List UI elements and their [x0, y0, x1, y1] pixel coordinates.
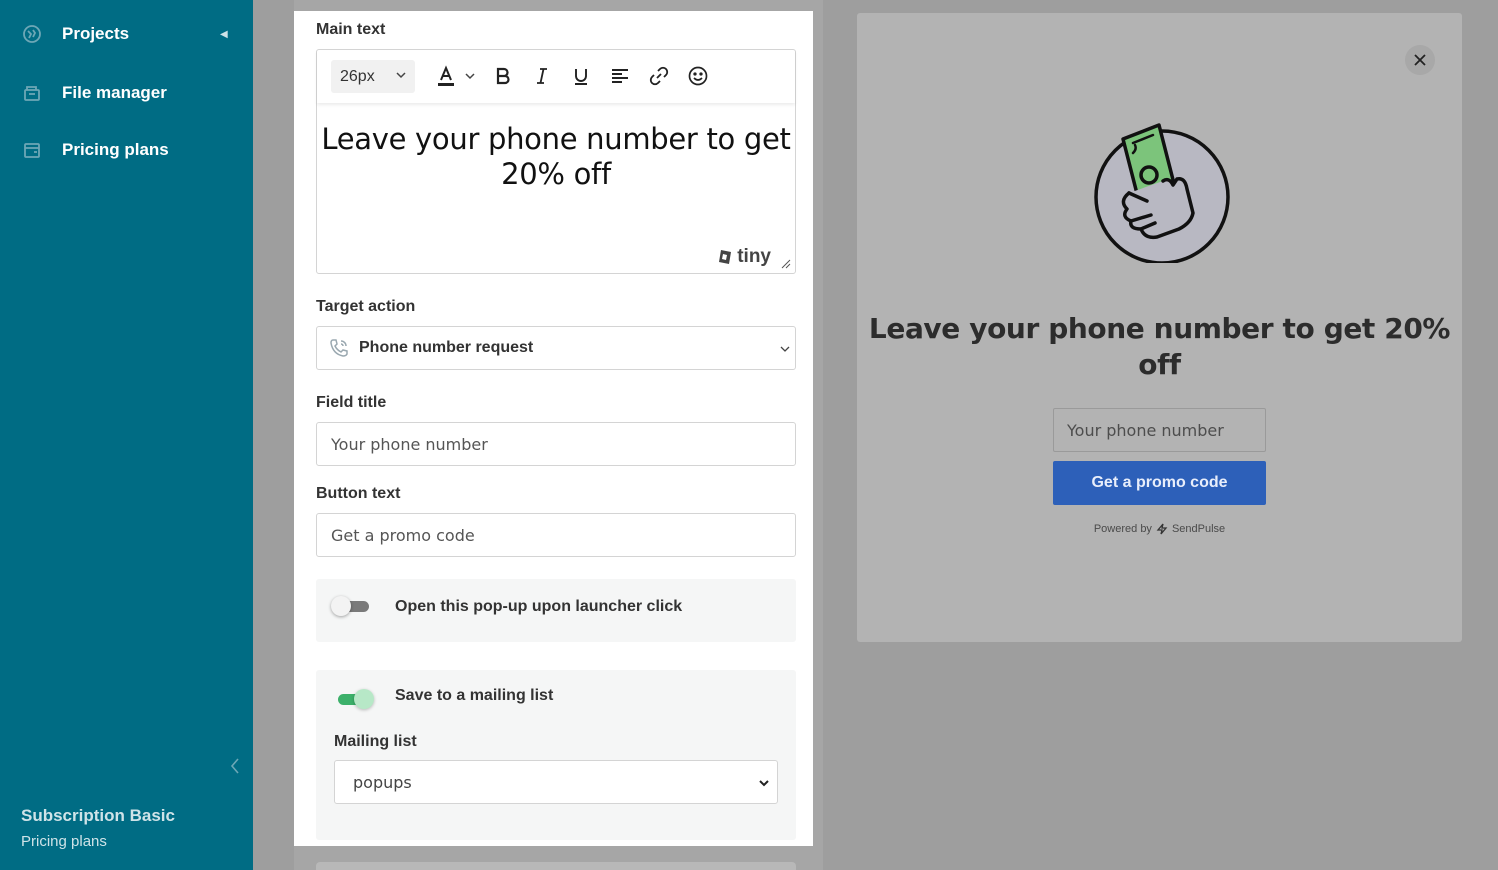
bold-icon — [496, 67, 510, 85]
tiny-brand-text: tiny — [737, 246, 771, 267]
editor-toolbar: 26px — [317, 50, 795, 103]
powered-by-text: Powered by — [1093, 523, 1152, 535]
close-icon[interactable] — [1405, 45, 1435, 75]
tiny-icon — [719, 250, 732, 264]
field-title-label: Field title — [316, 394, 387, 411]
settings-panel: Main text 26px Leave your phone number t… — [294, 11, 813, 846]
popup-heading: Leave your phone number to get 20% off — [868, 312, 1451, 381]
plan-name: Subscription Basic — [21, 806, 175, 825]
sidebar-item-label: Pricing plans — [62, 140, 169, 159]
popup-phone-input[interactable]: Your phone number — [1053, 408, 1266, 452]
caret-left-icon[interactable]: ◀ — [220, 29, 228, 40]
sidebar-item-file-manager[interactable]: File manager — [0, 73, 253, 113]
chevron-down-icon — [396, 72, 406, 79]
tiny-logo[interactable]: tiny — [716, 246, 771, 268]
launcher-option-card: Open this pop-up upon launcher click — [316, 579, 796, 642]
align-left-icon — [612, 69, 628, 83]
projects-icon — [22, 24, 42, 44]
mailing-list-value: popups — [353, 772, 412, 792]
mailing-toggle[interactable] — [334, 689, 374, 709]
mailing-option-card: Save to a mailing list Mailing list popu… — [316, 670, 796, 840]
lightning-icon — [1156, 523, 1168, 535]
launcher-toggle[interactable] — [331, 596, 371, 616]
pricing-plans-link[interactable]: Pricing plans — [21, 833, 107, 850]
emoji-button[interactable] — [685, 63, 711, 89]
font-size-select[interactable]: 26px — [331, 60, 415, 93]
money-hand-illustration — [1094, 123, 1230, 263]
chevron-down-icon — [465, 73, 475, 80]
editor-content[interactable]: Leave your phone number to get 20% off — [317, 122, 795, 192]
link-button[interactable] — [646, 63, 672, 89]
wallet-icon — [22, 140, 42, 160]
italic-button[interactable] — [529, 63, 555, 89]
underline-button[interactable] — [568, 63, 594, 89]
sidebar-item-projects[interactable]: Projects ◀ — [0, 14, 253, 54]
target-action-value: Phone number request — [359, 339, 534, 356]
text-color-button[interactable] — [433, 63, 459, 89]
collapse-sidebar-icon[interactable] — [226, 754, 244, 778]
resize-handle-icon[interactable] — [781, 259, 791, 269]
link-icon — [649, 66, 669, 86]
text-color-dropdown[interactable] — [463, 63, 477, 89]
gutter — [253, 0, 294, 870]
chevron-down-icon — [780, 346, 790, 352]
launcher-toggle-label: Open this pop-up upon launcher click — [395, 598, 683, 615]
mailing-toggle-label: Save to a mailing list — [395, 687, 554, 704]
powered-by[interactable]: Powered by SendPulse — [857, 523, 1462, 535]
target-action-label: Target action — [316, 298, 416, 315]
text-color-icon — [438, 65, 454, 86]
main-text-label: Main text — [316, 21, 386, 38]
sidebar: Projects ◀ File manager Pricing plans Su… — [0, 0, 253, 870]
underline-icon — [575, 69, 587, 85]
italic-icon — [537, 68, 547, 84]
rich-text-editor[interactable]: 26px Leave your phone number to get 20% … — [316, 49, 796, 274]
target-action-select[interactable]: Phone number request — [316, 326, 796, 370]
file-manager-icon — [22, 83, 42, 103]
toggle-knob — [331, 596, 351, 616]
field-title-input[interactable]: Your phone number — [316, 422, 796, 466]
bold-button[interactable] — [490, 63, 516, 89]
emoji-icon — [688, 66, 708, 86]
sidebar-item-label: Projects — [62, 24, 130, 43]
popup-preview: Leave your phone number to get 20% off Y… — [857, 13, 1462, 642]
mailing-list-label: Mailing list — [334, 733, 417, 750]
chevron-down-icon — [759, 780, 769, 787]
mailing-list-select[interactable]: popups — [334, 760, 778, 804]
sendpulse-brand: SendPulse — [1171, 523, 1226, 535]
sidebar-item-pricing-plans[interactable]: Pricing plans — [0, 130, 253, 170]
button-text-input[interactable]: Get a promo code — [316, 513, 796, 557]
toggle-knob — [354, 689, 374, 709]
button-text-label: Button text — [316, 485, 401, 502]
align-button[interactable] — [607, 63, 633, 89]
phone-icon — [330, 339, 348, 357]
sidebar-item-label: File manager — [62, 83, 167, 102]
popup-submit-button[interactable]: Get a promo code — [1053, 461, 1266, 505]
font-size-value: 26px — [340, 67, 375, 85]
panel-next-section — [316, 862, 796, 870]
